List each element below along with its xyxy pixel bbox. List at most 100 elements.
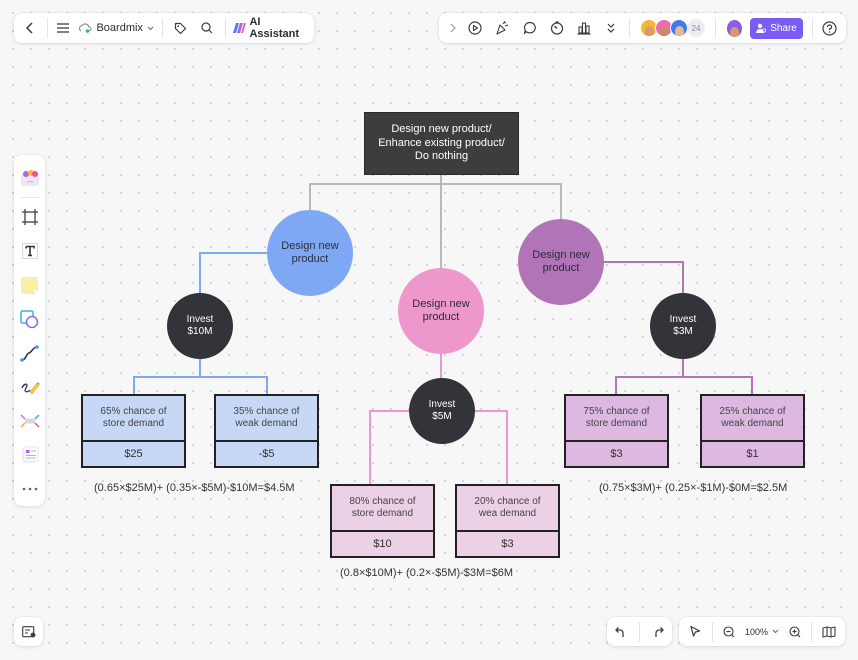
invest-node-5m[interactable]: Invest $5M [409, 378, 475, 444]
board-info-button[interactable] [21, 625, 36, 638]
outcome-box[interactable]: 25% chance of weak demand $1 [700, 394, 805, 468]
map-icon [822, 625, 836, 638]
outcome-box[interactable]: 80% chance of store demand $10 [330, 484, 435, 558]
branch-node-purple[interactable]: Design new product [518, 219, 604, 305]
blue-to-invest-line [199, 252, 268, 295]
share-button[interactable]: Share [750, 17, 803, 39]
chevron-left-icon [25, 21, 35, 35]
cloud-saved-icon [78, 23, 93, 33]
comment-button[interactable] [518, 21, 541, 35]
invest-node-10m[interactable]: Invest $10M [167, 293, 233, 359]
expected-value-formula[interactable]: (0.75×$3M)+ (0.25×-$1M)-$0M=$2.5M [599, 482, 787, 494]
history-toolbar [607, 617, 672, 646]
sticky-note-icon [20, 276, 39, 295]
collapse-toolbar-button[interactable] [447, 23, 460, 33]
divider [715, 18, 716, 38]
undo-button[interactable] [614, 626, 626, 638]
invest-5m-left-line [369, 410, 411, 485]
more-chevrons-icon [606, 22, 616, 34]
collaborator-count: 24 [687, 19, 706, 37]
expected-value-formula[interactable]: (0.65×$25M)+ (0.35×-$5M)-$10M=$4.5M [94, 482, 295, 494]
chevron-down-icon [772, 629, 779, 634]
outcome-value: $3 [501, 538, 514, 550]
select-tool-button[interactable] [685, 625, 705, 638]
board-info-panel [14, 617, 43, 646]
invest-node-3m[interactable]: Invest $3M [650, 293, 716, 359]
invest-10m-to-outcomes-line [133, 358, 201, 395]
tool-mind-map[interactable] [14, 404, 45, 438]
tool-frame[interactable] [14, 200, 45, 234]
chevron-right-icon [450, 23, 457, 33]
menu-button[interactable] [54, 13, 73, 43]
pen-icon [20, 378, 40, 396]
help-icon [822, 20, 837, 36]
branch-node-blue[interactable]: Design new product [267, 210, 353, 296]
current-user-avatar[interactable] [725, 18, 744, 38]
hamburger-menu-icon [57, 23, 70, 33]
outcome-value: -$5 [258, 448, 275, 460]
divider [161, 18, 163, 38]
invest-3m-to-outcomes-line [615, 358, 684, 395]
divider [224, 18, 226, 38]
celebrate-button[interactable] [491, 21, 514, 35]
tool-shape[interactable] [14, 302, 45, 336]
divider [629, 18, 631, 38]
root-decision-node[interactable]: Design new product/ Enhance existing pro… [364, 112, 519, 175]
outcome-chance: 75% chance of store demand [566, 396, 667, 442]
outcome-box[interactable]: 20% chance of wea demand $3 [455, 484, 560, 558]
text-icon [21, 242, 39, 260]
timer-button[interactable] [545, 21, 568, 35]
tag-icon [174, 22, 187, 35]
search-button[interactable] [198, 13, 217, 43]
invest-5m-right-line [474, 410, 508, 485]
layout-icon [21, 446, 39, 464]
top-left-toolbar: Boardmix AI Assistant [14, 13, 314, 43]
shape-icon [20, 309, 39, 329]
outcome-chance: 20% chance of wea demand [457, 486, 558, 532]
ai-assistant-label: AI Assistant [249, 16, 299, 40]
vote-button[interactable] [573, 21, 596, 35]
tool-more[interactable] [14, 472, 45, 506]
outcome-value: $3 [610, 448, 623, 460]
branch-node-pink[interactable]: Design new product [398, 268, 484, 354]
search-icon [201, 22, 213, 34]
more-horizontal-icon [22, 487, 38, 491]
frame-icon [21, 208, 39, 226]
divider [46, 18, 48, 38]
help-button[interactable] [822, 20, 838, 36]
outcome-chance: 80% chance of store demand [332, 486, 433, 532]
tool-layout[interactable] [14, 438, 45, 472]
outcome-box[interactable]: 65% chance of store demand $25 [81, 394, 186, 468]
back-button[interactable] [20, 13, 41, 43]
present-button[interactable] [464, 21, 487, 35]
outcome-chance: 65% chance of store demand [83, 396, 184, 442]
expected-value-formula[interactable]: (0.8×$10M)+ (0.2×-$5M)-$3M=$6M [340, 567, 513, 579]
tool-pen[interactable] [14, 370, 45, 404]
zoom-out-button[interactable] [720, 625, 738, 638]
board-name-dropdown[interactable]: Boardmix [78, 13, 154, 43]
tool-text[interactable] [14, 234, 45, 268]
minimap-button[interactable] [819, 625, 839, 638]
outcome-box[interactable]: 75% chance of store demand $3 [564, 394, 669, 468]
comment-icon [523, 21, 537, 35]
tool-templates[interactable] [14, 161, 45, 195]
templates-icon [20, 169, 40, 187]
divider [711, 621, 713, 642]
invest-10m-to-weak-line [200, 376, 268, 395]
outcome-value: $1 [746, 448, 759, 460]
board-name: Boardmix [96, 22, 143, 34]
outcome-box[interactable]: 35% chance of weak demand -$5 [214, 394, 319, 468]
outcome-chance: 25% chance of weak demand [702, 396, 803, 442]
more-tools-button[interactable] [600, 22, 623, 34]
cursor-arrow-icon [689, 625, 701, 638]
zoom-level-dropdown[interactable]: 100% [745, 627, 779, 637]
divider [638, 621, 640, 642]
tool-sticky-note[interactable] [14, 268, 45, 302]
redo-button[interactable] [653, 626, 665, 638]
zoom-in-button[interactable] [786, 625, 804, 638]
ai-assistant-button[interactable]: AI Assistant [233, 13, 308, 43]
tool-connector[interactable] [14, 336, 45, 370]
outcome-value: $10 [373, 538, 392, 550]
tag-button[interactable] [171, 13, 190, 43]
collaborators-list[interactable]: 24 [640, 19, 706, 37]
